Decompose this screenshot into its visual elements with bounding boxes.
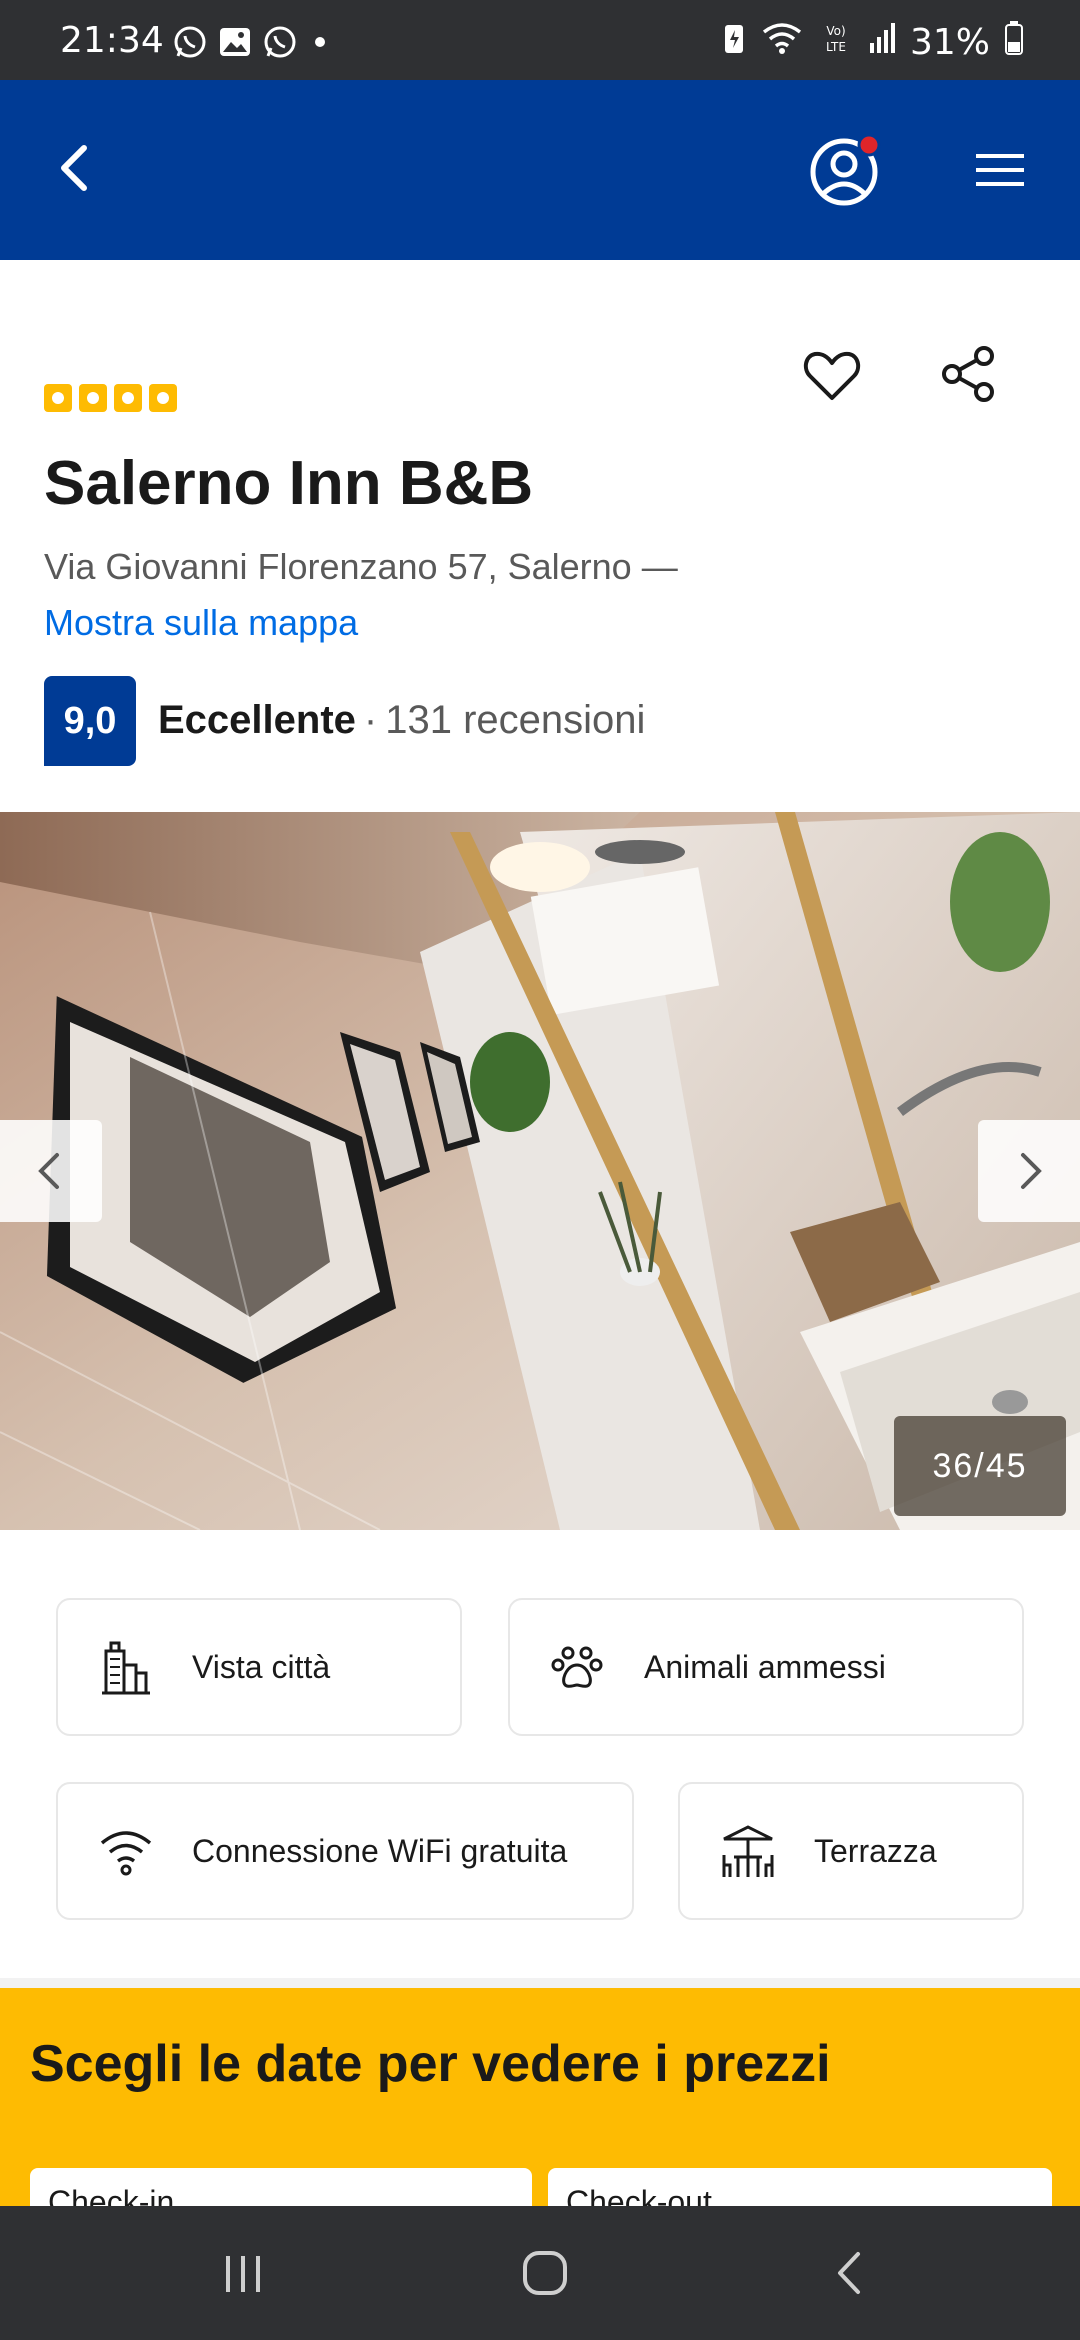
star-icon: [149, 384, 177, 412]
star-icon: [44, 384, 72, 412]
section-divider: [0, 1978, 1080, 1988]
whatsapp-icon: [262, 24, 298, 64]
notification-icons: [172, 24, 332, 64]
system-status: Vo) LTE 31%: [722, 20, 1024, 65]
facility-label: Connessione WiFi gratuita: [192, 1832, 568, 1869]
hamburger-menu-icon[interactable]: [970, 140, 1030, 200]
back-arrow-icon[interactable]: [46, 138, 106, 198]
date-selection-panel: Scegli le date per vedere i prezzi Check…: [0, 1988, 1080, 2228]
screen: 21:34 Vo) LTE 31% Salerno Inn B&B Via Gi…: [0, 0, 1080, 2340]
heart-icon[interactable]: [800, 344, 864, 408]
review-summary[interactable]: Eccellente · 131 recensioni: [158, 698, 645, 743]
home-icon[interactable]: [520, 2248, 570, 2298]
svg-text:LTE: LTE: [826, 40, 846, 54]
facility-label: Terrazza: [814, 1832, 937, 1869]
facility-label: Vista città: [192, 1648, 331, 1685]
facility-terrace[interactable]: Terrazza: [678, 1782, 1024, 1920]
next-photo-button[interactable]: [978, 1120, 1080, 1222]
star-rating: [44, 384, 177, 412]
show-on-map-link[interactable]: Mostra sulla mappa: [44, 602, 358, 644]
battery-percent: 31%: [909, 22, 990, 63]
wifi-icon: [760, 20, 804, 65]
status-time: 21:34: [60, 20, 164, 61]
system-navigation-bar: [0, 2206, 1080, 2340]
property-address: Via Giovanni Florenzano 57, Salerno —: [44, 546, 678, 587]
app-header: [0, 80, 1080, 260]
property-title: Salerno Inn B&B: [44, 449, 534, 518]
separator-dot: ·: [363, 698, 378, 742]
recents-icon[interactable]: [218, 2252, 268, 2296]
dot-icon: [308, 24, 332, 64]
chevron-left-icon: [38, 1153, 59, 1189]
photo-counter: 36/45: [894, 1416, 1066, 1516]
paw-icon: [548, 1637, 608, 1697]
facility-pets-allowed[interactable]: Animali ammessi: [508, 1598, 1024, 1736]
whatsapp-icon: [172, 24, 208, 64]
photo-gallery[interactable]: 36/45: [0, 812, 1080, 1530]
review-score-badge: 9,0: [44, 676, 136, 766]
review-count: 131 recensioni: [385, 698, 646, 742]
share-icon[interactable]: [936, 342, 1000, 406]
date-heading: Scegli le date per vedere i prezzi: [30, 2035, 831, 2093]
facility-free-wifi[interactable]: Connessione WiFi gratuita: [56, 1782, 634, 1920]
signal-icon: [868, 21, 896, 64]
chevron-right-icon: [1021, 1153, 1042, 1189]
facility-label: Animali ammessi: [644, 1648, 886, 1685]
volte-icon: Vo) LTE: [818, 20, 854, 65]
status-bar: 21:34 Vo) LTE 31%: [0, 0, 1080, 80]
wifi-icon: [96, 1821, 156, 1881]
score-word: Eccellente: [158, 698, 356, 742]
city-view-icon: [96, 1637, 156, 1697]
back-icon[interactable]: [826, 2248, 876, 2298]
gallery-icon: [218, 25, 252, 63]
battery-icon: [1004, 20, 1024, 65]
terrace-icon: [718, 1821, 778, 1881]
svg-text:Vo): Vo): [826, 24, 845, 38]
star-icon: [79, 384, 107, 412]
star-icon: [114, 384, 142, 412]
previous-photo-button[interactable]: [0, 1120, 102, 1222]
battery-saver-icon: [722, 21, 746, 64]
profile-icon[interactable]: [806, 130, 886, 210]
facility-city-view[interactable]: Vista città: [56, 1598, 462, 1736]
